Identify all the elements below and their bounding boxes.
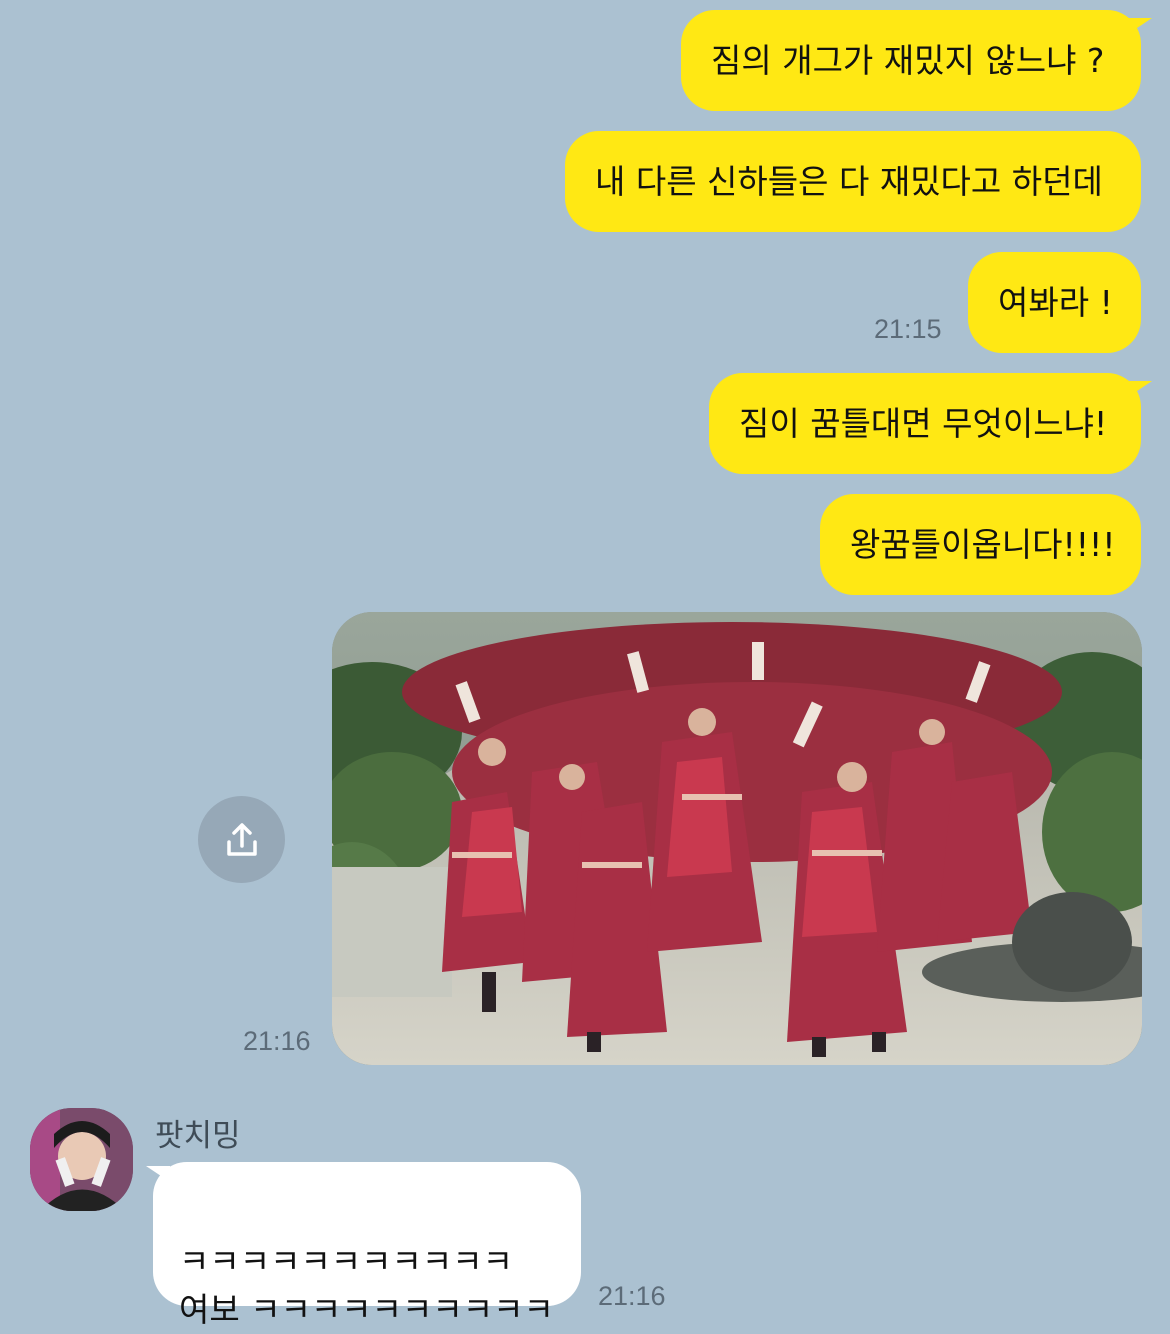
media-message[interactable] <box>332 612 1142 1065</box>
sender-name: 팟치밍 <box>155 1118 241 1154</box>
message-text: 왕꿈틀이옵니다!!!! <box>850 524 1116 564</box>
outgoing-message[interactable]: 짐이 꿈틀대면 무엇이느냐! <box>709 373 1141 474</box>
avatar[interactable] <box>30 1108 133 1211</box>
profile-photo <box>30 1108 133 1211</box>
bubble-tail <box>1128 18 1152 34</box>
message-text: 짐이 꿈틀대면 무엇이느냐! <box>739 403 1108 443</box>
media-thumbnail <box>332 612 1142 1065</box>
outgoing-message[interactable]: 여봐라 ! <box>968 252 1141 353</box>
message-text: 짐의 개그가 재밌지 않느냐 ? <box>711 40 1105 80</box>
outgoing-message[interactable]: 왕꿈틀이옵니다!!!! <box>820 494 1141 595</box>
message-text: 내 다른 신하들은 다 재밌다고 하던데 <box>595 161 1103 201</box>
message-time: 21:16 <box>598 1281 666 1311</box>
outgoing-message[interactable]: 내 다른 신하들은 다 재밌다고 하던데 <box>565 131 1141 232</box>
message-text: ㅋㅋㅋㅋㅋㅋㅋㅋㅋㅋㅋ 여보 ㅋㅋㅋㅋㅋㅋㅋㅋㅋㅋ <box>179 1242 554 1329</box>
incoming-message[interactable]: ㅋㅋㅋㅋㅋㅋㅋㅋㅋㅋㅋ 여보 ㅋㅋㅋㅋㅋㅋㅋㅋㅋㅋ <box>153 1162 581 1329</box>
message-time: 21:15 <box>874 314 942 344</box>
share-icon <box>226 822 257 856</box>
bubble-tail <box>1128 381 1152 397</box>
outgoing-message[interactable]: 짐의 개그가 재밌지 않느냐 ? <box>681 10 1141 111</box>
chat-screen: { "messages_out": [ {"text": "짐의 개그가 재밌지… <box>0 0 1170 1329</box>
share-button[interactable] <box>198 796 285 883</box>
message-time: 21:16 <box>243 1026 311 1056</box>
message-text: 여봐라 ! <box>998 282 1113 322</box>
